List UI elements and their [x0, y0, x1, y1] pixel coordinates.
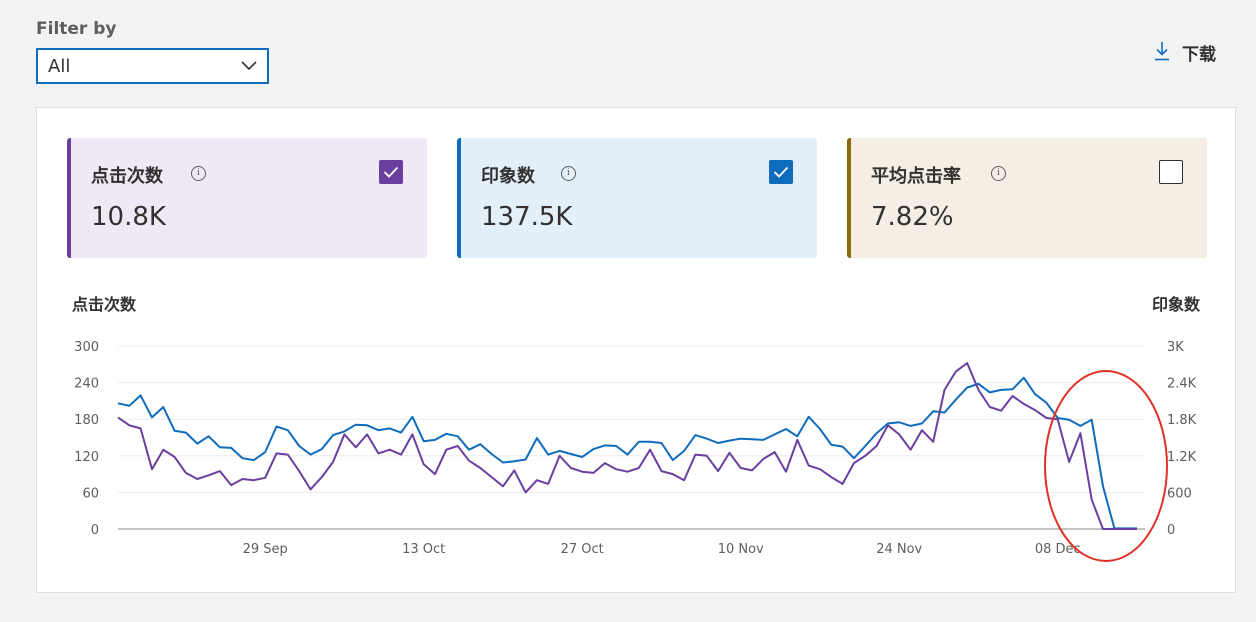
download-button[interactable]: 下载 [1154, 40, 1216, 65]
y-right-tick-label: 2.4K [1167, 377, 1197, 392]
x-tick-label: 10 Nov [718, 542, 764, 557]
y-right-tick-label: 600 [1167, 486, 1192, 501]
x-tick-label: 13 Oct [402, 542, 445, 557]
x-tick-label: 29 Sep [243, 542, 288, 557]
y-left-tick-label: 180 [74, 413, 99, 428]
y-left-tick-label: 120 [74, 450, 99, 465]
filter-dropdown[interactable]: All [36, 48, 269, 84]
impressions-series-line [117, 376, 1137, 530]
y-right-tick-label: 3K [1167, 340, 1184, 355]
chevron-down-icon [241, 61, 257, 71]
y-right-tick-label: 1.8K [1167, 413, 1197, 428]
filter-by-label: Filter by [36, 19, 117, 39]
download-label: 下载 [1182, 45, 1216, 65]
chart-lines [117, 362, 1137, 530]
y-right-tick-label: 1.2K [1167, 450, 1197, 465]
performance-panel: 点击次数 i 10.8K 印象数 i 137.5K 平均点击率 i 7.82% … [36, 107, 1236, 593]
x-tick-label: 27 Oct [561, 542, 604, 557]
x-tick-label: 08 Dec [1035, 542, 1081, 557]
download-icon [1154, 41, 1170, 65]
y-right-tick-label: 0 [1167, 523, 1175, 538]
y-left-tick-label: 300 [74, 340, 99, 355]
chart-ticks: 0 0 60 600 120 1.2K 180 1.8K 240 2.4K 300 3K 29 Sep 1… [74, 340, 1197, 557]
performance-chart: 0 0 60 600 120 1.2K 180 1.8K 240 2.4K 300 3K 29 Sep 1… [74, 340, 1197, 562]
y-left-tick-label: 240 [74, 377, 99, 392]
y-left-tick-label: 0 [91, 523, 99, 538]
filter-selected-value: All [48, 55, 71, 77]
x-tick-label: 24 Nov [876, 542, 922, 557]
highlight-circle [1044, 370, 1168, 562]
y-left-tick-label: 60 [82, 486, 99, 501]
